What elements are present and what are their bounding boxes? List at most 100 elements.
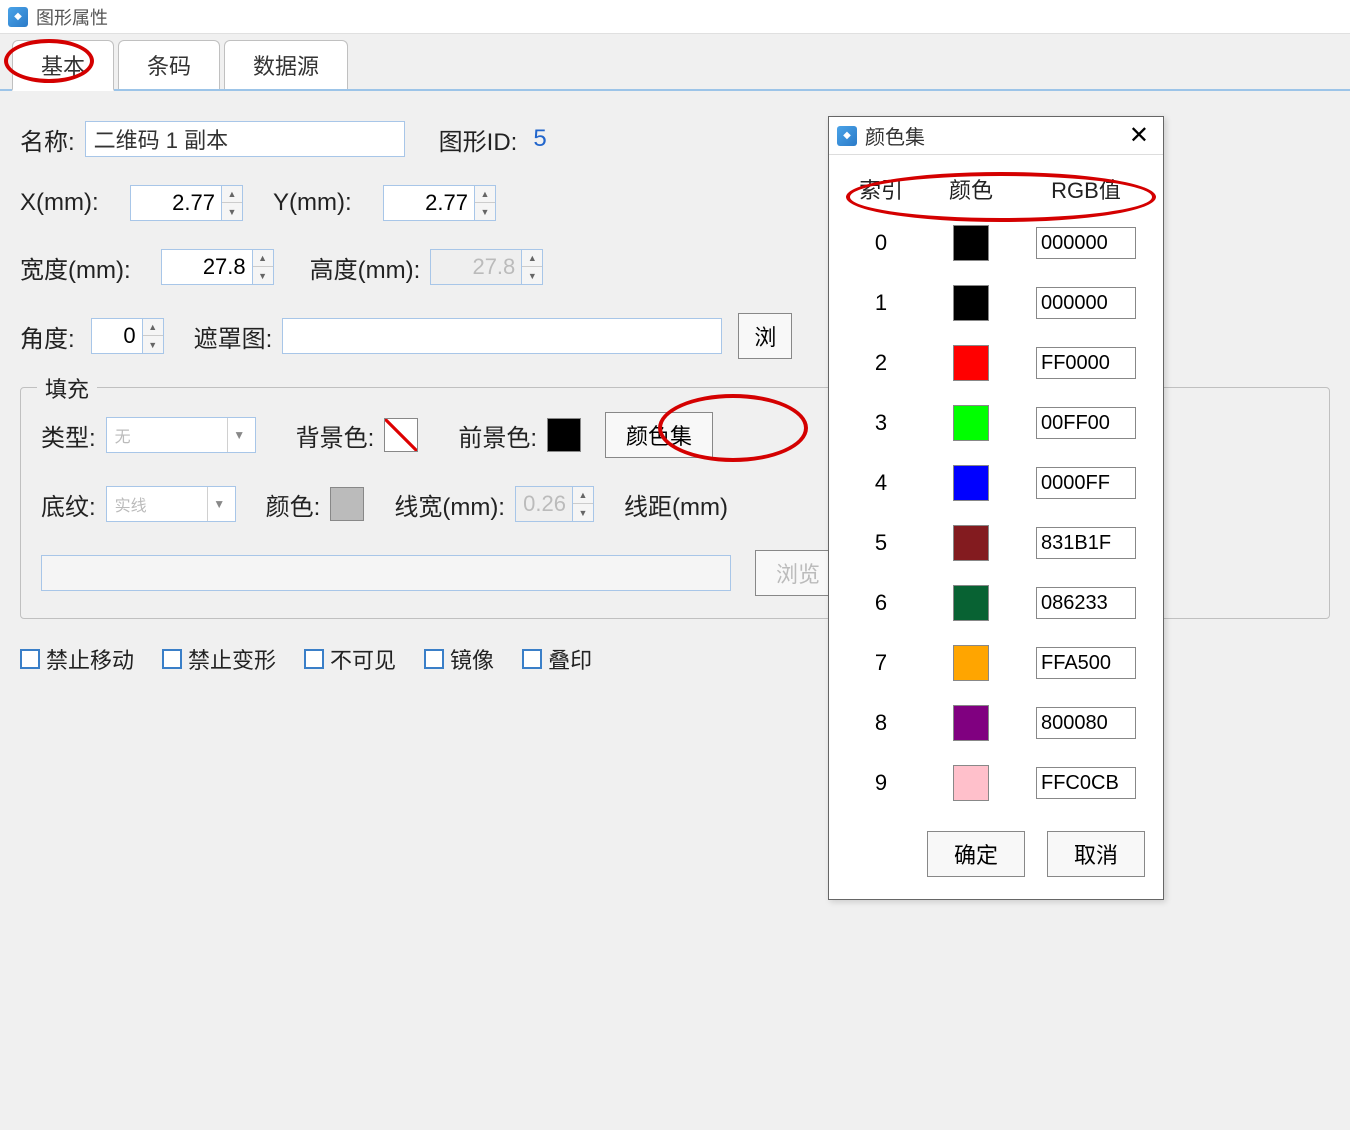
- name-input[interactable]: [85, 121, 405, 157]
- cancel-button[interactable]: 取消: [1047, 831, 1145, 877]
- y-input[interactable]: [384, 186, 474, 220]
- width-spinner[interactable]: ▲▼: [161, 249, 274, 285]
- y-label: Y(mm):: [273, 189, 373, 217]
- color-index: 1: [841, 290, 921, 316]
- width-label: 宽度(mm):: [20, 250, 131, 285]
- tab-barcode[interactable]: 条码: [118, 40, 220, 89]
- color-swatch[interactable]: [953, 465, 989, 501]
- rgb-input[interactable]: [1036, 467, 1136, 499]
- rgb-input[interactable]: [1036, 407, 1136, 439]
- rgb-input[interactable]: [1036, 527, 1136, 559]
- color-swatch[interactable]: [953, 765, 989, 801]
- up-icon: ▲: [573, 487, 593, 504]
- color-label: 颜色:: [266, 487, 321, 522]
- color-index: 6: [841, 590, 921, 616]
- down-icon[interactable]: ▼: [475, 203, 495, 220]
- close-icon[interactable]: ✕: [1123, 121, 1155, 150]
- color-swatch[interactable]: [953, 645, 989, 681]
- browse-button[interactable]: 浏: [738, 313, 792, 359]
- rgb-input[interactable]: [1036, 587, 1136, 619]
- down-icon[interactable]: ▼: [253, 267, 273, 284]
- color-row: 0: [841, 213, 1151, 273]
- color-row: 4: [841, 453, 1151, 513]
- head-rgb: RGB值: [1021, 173, 1151, 205]
- width-input[interactable]: [162, 250, 252, 284]
- tab-bar: 基本 条码 数据源: [0, 40, 1350, 91]
- color-swatch[interactable]: [953, 525, 989, 561]
- color-row: 2: [841, 333, 1151, 393]
- color-row: 5: [841, 513, 1151, 573]
- color-index: 9: [841, 770, 921, 796]
- invisible-checkbox[interactable]: 不可见: [304, 643, 396, 675]
- shapeid-label: 图形ID:: [439, 122, 518, 157]
- ok-button[interactable]: 确定: [927, 831, 1025, 877]
- rgb-input[interactable]: [1036, 347, 1136, 379]
- chevron-down-icon[interactable]: ▼: [227, 418, 251, 452]
- color-row: 3: [841, 393, 1151, 453]
- down-icon: ▼: [522, 267, 542, 284]
- rgb-input[interactable]: [1036, 287, 1136, 319]
- down-icon: ▼: [573, 504, 593, 521]
- type-label: 类型:: [41, 418, 96, 453]
- color-index: 0: [841, 230, 921, 256]
- up-icon[interactable]: ▲: [475, 186, 495, 203]
- color-row: 8: [841, 693, 1151, 753]
- up-icon[interactable]: ▲: [143, 319, 163, 336]
- color-swatch[interactable]: [953, 585, 989, 621]
- rgb-input[interactable]: [1036, 707, 1136, 739]
- bgcolor-swatch[interactable]: [384, 418, 418, 452]
- angle-input[interactable]: [92, 319, 142, 353]
- down-icon[interactable]: ▼: [222, 203, 242, 220]
- angle-spinner[interactable]: ▲▼: [91, 318, 164, 354]
- rgb-input[interactable]: [1036, 227, 1136, 259]
- tab-basic[interactable]: 基本: [12, 40, 114, 91]
- dialog-title: 颜色集: [865, 121, 1123, 150]
- color-index: 7: [841, 650, 921, 676]
- no-move-checkbox[interactable]: 禁止移动: [20, 643, 134, 675]
- linewidth-spinner: ▲▼: [515, 486, 594, 522]
- up-icon[interactable]: ▲: [222, 186, 242, 203]
- no-resize-checkbox[interactable]: 禁止变形: [162, 643, 276, 675]
- head-index: 索引: [841, 173, 921, 205]
- overprint-checkbox[interactable]: 叠印: [522, 643, 592, 675]
- window-title: 图形属性: [36, 4, 108, 30]
- colorset-button[interactable]: 颜色集: [605, 412, 713, 458]
- hatch-value: 实线: [115, 492, 147, 516]
- y-spinner[interactable]: ▲▼: [383, 185, 496, 221]
- dialog-title-bar: 颜色集 ✕: [829, 117, 1163, 155]
- up-icon[interactable]: ▲: [253, 250, 273, 267]
- x-spinner[interactable]: ▲▼: [130, 185, 243, 221]
- linewidth-label: 线宽(mm):: [394, 487, 505, 522]
- angle-label: 角度:: [20, 319, 75, 354]
- color-index: 3: [841, 410, 921, 436]
- fgcolor-swatch[interactable]: [547, 418, 581, 452]
- mask-input[interactable]: [282, 318, 722, 354]
- shapeid-value: 5: [533, 125, 546, 153]
- dialog-header-row: 索引 颜色 RGB值: [829, 155, 1163, 213]
- colorset-dialog: 颜色集 ✕ 索引 颜色 RGB值 0 1 2 3 45 6 7 8 9 确定 取消: [828, 116, 1164, 900]
- down-icon[interactable]: ▼: [143, 336, 163, 353]
- color-swatch[interactable]: [953, 405, 989, 441]
- chevron-down-icon[interactable]: ▼: [207, 487, 231, 521]
- color-swatch[interactable]: [953, 705, 989, 741]
- color-index: 2: [841, 350, 921, 376]
- color-swatch[interactable]: [953, 225, 989, 261]
- tab-datasource[interactable]: 数据源: [224, 40, 348, 89]
- linegap-label: 线距(mm): [624, 487, 728, 522]
- color-swatch[interactable]: [953, 285, 989, 321]
- dialog-footer: 确定 取消: [829, 813, 1163, 899]
- color-swatch[interactable]: [953, 345, 989, 381]
- color-row: 6: [841, 573, 1151, 633]
- up-icon: ▲: [522, 250, 542, 267]
- color-swatch[interactable]: [330, 487, 364, 521]
- fgcolor-label: 前景色:: [458, 418, 537, 453]
- app-icon: [8, 7, 28, 27]
- rgb-input[interactable]: [1036, 647, 1136, 679]
- hatch-label: 底纹:: [41, 487, 96, 522]
- x-input[interactable]: [131, 186, 221, 220]
- hatch-dropdown[interactable]: 实线 ▼: [106, 486, 236, 522]
- app-icon: [837, 126, 857, 146]
- mirror-checkbox[interactable]: 镜像: [424, 643, 494, 675]
- rgb-input[interactable]: [1036, 767, 1136, 799]
- type-dropdown[interactable]: 无 ▼: [106, 417, 256, 453]
